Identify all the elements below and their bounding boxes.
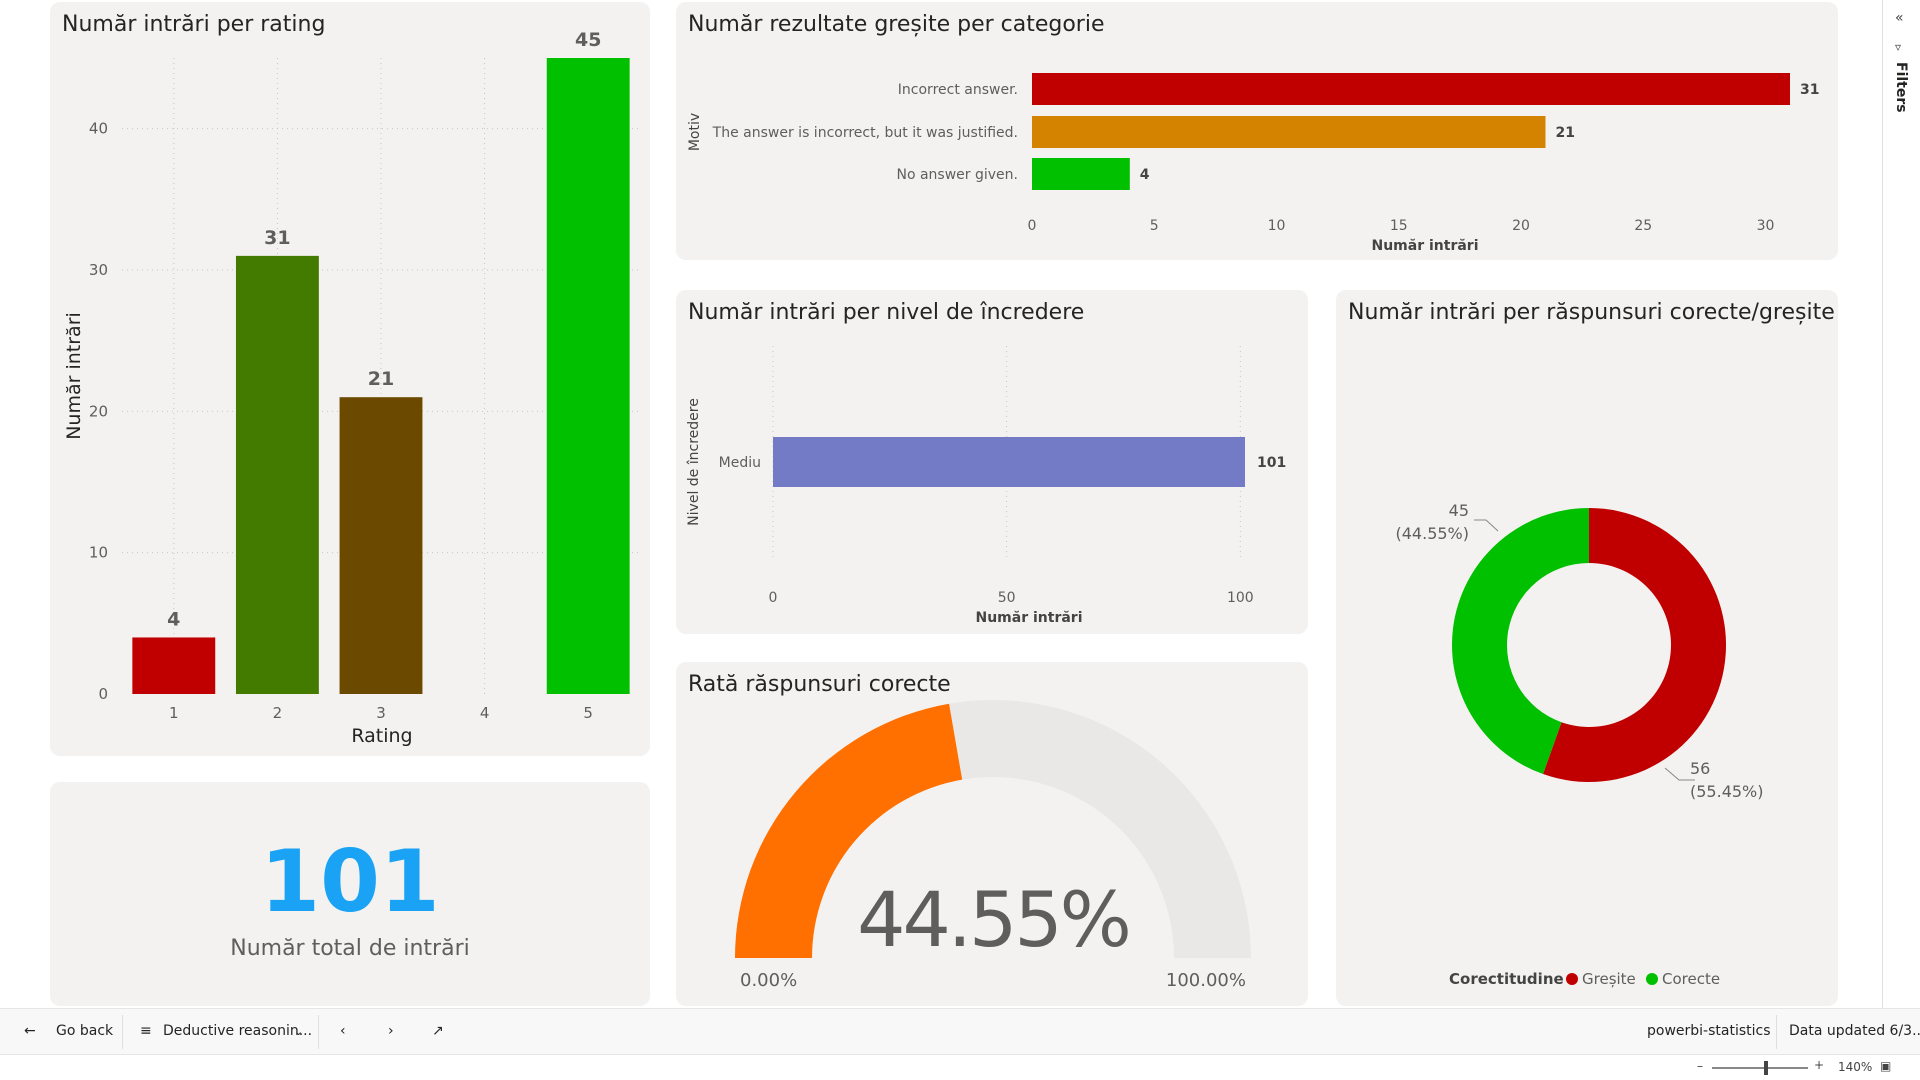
legend-title: Corectitudine	[1449, 970, 1564, 988]
x-tick-label: 0	[1028, 218, 1037, 234]
data-updated-label: Data updated 6/3...	[1789, 1023, 1920, 1039]
data-label: 31	[264, 227, 290, 249]
previous-page-icon[interactable]: ‹	[340, 1023, 346, 1039]
legend-label-corecte: Corecte	[1662, 970, 1720, 988]
bar-rating-2	[235, 255, 319, 694]
gauge-card[interactable]: Rată răspunsuri corecte 44.55% 0.00% 100.0…	[676, 662, 1308, 1006]
data-label: 101	[1257, 455, 1286, 471]
category-label: The answer is incorrect, but it was just…	[712, 125, 1018, 141]
status-bar: – + 140% ▣	[0, 1054, 1920, 1080]
bottom-bar: ← Go back ≡ Deductive reasonin... ⌄ ‹ › …	[0, 1008, 1920, 1054]
gauge-value: 44.55%	[857, 875, 1129, 964]
slice-label-count: 45	[1449, 501, 1469, 520]
bar-rating-5	[546, 58, 630, 694]
data-label: 21	[368, 368, 394, 390]
y-tick-label: 0	[98, 685, 108, 703]
filters-label[interactable]: Filters	[1893, 62, 1909, 113]
gauge-min-label: 0.00%	[740, 970, 797, 991]
x-tick-label: 5	[1150, 218, 1159, 234]
x-tick-label: 4	[480, 704, 490, 722]
bar-rating-1	[132, 637, 216, 694]
y-tick-label: 20	[89, 402, 108, 420]
donut-chart-card[interactable]: Număr intrări per răspunsuri corecte/gre…	[1336, 290, 1838, 1006]
x-tick-label: 100	[1227, 590, 1254, 606]
x-tick-label: 50	[998, 590, 1016, 606]
bar-3	[1032, 158, 1130, 190]
x-tick-label: 1	[169, 704, 179, 722]
y-tick-label: 10	[89, 544, 108, 562]
x-axis-title: Rating	[351, 725, 412, 747]
divider	[1776, 1015, 1777, 1049]
data-label: 21	[1555, 125, 1574, 141]
divider	[122, 1015, 123, 1049]
confidence-chart-card[interactable]: Număr intrări per nivel de încredere 0 50…	[676, 290, 1308, 634]
back-arrow-icon[interactable]: ←	[24, 1023, 36, 1039]
rating-chart-card[interactable]: Număr intrări per rating 0 10 20 30 40 1 4 2 31 3…	[50, 2, 650, 756]
category-label: Incorrect answer.	[898, 82, 1018, 98]
zoom-in-button[interactable]: +	[1814, 1058, 1824, 1072]
legend-swatch-gresite	[1566, 973, 1578, 985]
x-tick-label: 5	[583, 704, 593, 722]
gauge-max-label: 100.00%	[1166, 970, 1246, 991]
kpi-label: Număr total de intrări	[230, 936, 470, 961]
data-label: 4	[1140, 167, 1150, 183]
pages-list-icon[interactable]: ≡	[140, 1023, 152, 1039]
bar-1	[1032, 73, 1790, 105]
collapse-icon[interactable]: «	[1895, 10, 1904, 26]
page-selector[interactable]: Deductive reasonin...	[163, 1023, 312, 1039]
x-tick-label: 30	[1757, 218, 1775, 234]
filters-pane[interactable]: « ▿ Filters	[1882, 0, 1920, 1008]
leader-line	[1474, 519, 1499, 532]
x-axis-title: Număr intrări	[1371, 238, 1478, 254]
go-back-button[interactable]: Go back	[56, 1023, 113, 1039]
legend-swatch-corecte	[1646, 973, 1658, 985]
next-page-icon[interactable]: ›	[388, 1023, 394, 1039]
legend-label-gresite: Greșite	[1582, 970, 1636, 988]
report-canvas: Număr intrări per rating 0 10 20 30 40 1 4 2 31 3…	[0, 0, 1882, 1008]
chevron-down-icon[interactable]: ⌄	[294, 1025, 303, 1038]
zoom-slider[interactable]	[1712, 1061, 1808, 1075]
data-label: 31	[1800, 82, 1819, 98]
kpi-value: 101	[260, 832, 440, 932]
bar-rating-3	[339, 397, 423, 694]
exit-fullscreen-icon[interactable]: ↗	[432, 1023, 444, 1039]
x-axis-title: Număr intrări	[975, 610, 1082, 626]
zoom-level: 140%	[1838, 1060, 1873, 1074]
fit-to-page-icon[interactable]: ▣	[1880, 1059, 1891, 1073]
slice-label-pct: (55.45%)	[1690, 782, 1764, 801]
y-axis-title: Nivel de încredere	[686, 398, 702, 526]
data-label: 45	[575, 29, 601, 51]
category-label: Mediu	[719, 455, 761, 471]
slice-label-pct: (44.55%)	[1396, 524, 1470, 543]
x-tick-label: 2	[273, 704, 283, 722]
bar-mediu	[773, 437, 1245, 487]
x-tick-label: 20	[1512, 218, 1530, 234]
zoom-slider-thumb[interactable]	[1764, 1061, 1768, 1075]
x-tick-label: 15	[1390, 218, 1408, 234]
x-tick-label: 25	[1634, 218, 1652, 234]
x-tick-label: 0	[769, 590, 778, 606]
y-axis-title: Motiv	[687, 113, 703, 151]
category-label: No answer given.	[896, 167, 1018, 183]
zoom-out-button[interactable]: –	[1697, 1059, 1703, 1073]
wrong-chart-card[interactable]: Număr rezultate greșite per categorie 05…	[676, 2, 1838, 260]
gauge-svg: 44.55% 0.00% 100.00%	[735, 700, 1251, 991]
rating-chart-svg: 010203040142313214 545RatingNumăr intrări	[63, 29, 640, 747]
funnel-icon: ▿	[1895, 40, 1902, 54]
y-axis-title: Număr intrări	[63, 312, 85, 440]
wrong-chart-svg: 0 5 10 15 20 25 30 Incorrect answer. 31 The answe…	[687, 73, 1819, 254]
x-tick-label: 10	[1268, 218, 1286, 234]
y-tick-label: 40	[89, 120, 108, 138]
slice-label-count: 56	[1690, 759, 1710, 778]
y-tick-label: 30	[89, 261, 108, 279]
bar-2	[1032, 116, 1546, 148]
data-label: 4	[167, 608, 180, 630]
kpi-card[interactable]: 101 Număr total de intrări	[50, 782, 650, 1006]
x-tick-label: 3	[376, 704, 386, 722]
confidence-chart-svg: 0 50 100 Mediu 101 Număr intrări Nivel de încr…	[686, 346, 1286, 626]
divider	[318, 1015, 319, 1049]
donut-chart-svg: 56 (55.45%) 45 (44.55%) Corectitudine Greșite…	[1396, 501, 1764, 988]
workspace-label: powerbi-statistics	[1647, 1023, 1771, 1039]
